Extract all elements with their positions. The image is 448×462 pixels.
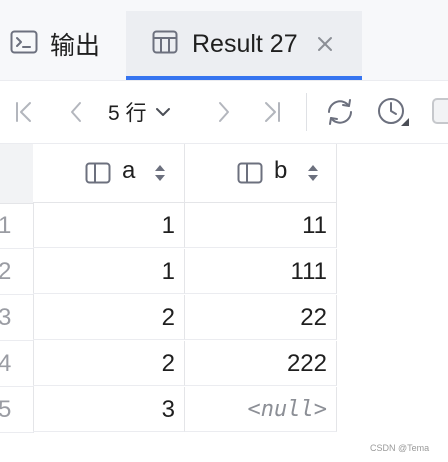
row-number: 5: [0, 387, 34, 433]
first-page-button[interactable]: [6, 81, 42, 143]
tab-output[interactable]: 输出: [0, 11, 126, 77]
next-page-button[interactable]: [206, 81, 242, 143]
row-number: 3: [0, 295, 34, 341]
first-page-icon: [16, 102, 31, 122]
table-cell[interactable]: 2: [33, 341, 185, 386]
table-cell[interactable]: 222: [185, 341, 337, 386]
table-cell[interactable]: 1: [33, 203, 185, 248]
table-row[interactable]: 5 3 <null>: [0, 387, 337, 433]
column-name: a: [122, 157, 136, 184]
last-page-button[interactable]: [254, 81, 290, 143]
table-cell[interactable]: 22: [185, 295, 337, 340]
sort-icon[interactable]: [307, 163, 319, 183]
row-number-header: [0, 144, 34, 204]
table-row[interactable]: 3 2 22: [0, 295, 337, 341]
table-row[interactable]: 4 2 222: [0, 341, 337, 387]
toolbar-separator: [306, 93, 307, 131]
refresh-icon: [328, 99, 352, 125]
chevron-down-icon: [155, 108, 170, 116]
table-cell[interactable]: 1: [33, 249, 185, 294]
row-count-label: 5 行: [108, 102, 147, 125]
console-icon: [10, 30, 38, 59]
table-cell[interactable]: 111: [185, 249, 337, 294]
refresh-button[interactable]: [320, 81, 360, 143]
row-number: 1: [0, 203, 34, 249]
result-toolbar: 5 行: [0, 81, 448, 144]
column-name: b: [274, 157, 288, 184]
column-header-b[interactable]: b: [185, 144, 337, 203]
table-cell[interactable]: 11: [185, 203, 337, 248]
column-icon: [85, 162, 111, 184]
table-row[interactable]: 1 1 11: [0, 203, 337, 249]
column-header-a[interactable]: a: [33, 144, 185, 203]
null-cell[interactable]: <null>: [185, 387, 337, 432]
row-number: 4: [0, 341, 34, 387]
active-tab-indicator: [126, 76, 362, 80]
column-icon: [237, 162, 263, 184]
close-icon[interactable]: [316, 35, 334, 53]
chevron-right-icon: [219, 102, 229, 122]
tab-result[interactable]: Result 27: [126, 11, 362, 80]
table-cell[interactable]: 3: [33, 387, 185, 432]
sort-icon[interactable]: [154, 163, 166, 183]
table-icon: [152, 30, 178, 59]
toolbar-overflow-button[interactable]: [432, 98, 448, 124]
tool-window-tabbar: 输出 Result 27: [0, 0, 448, 81]
history-button[interactable]: [372, 81, 414, 143]
chevron-left-icon: [71, 102, 81, 122]
table-row[interactable]: 2 1 111: [0, 249, 337, 295]
row-count-dropdown[interactable]: 5 行: [108, 81, 190, 143]
tab-output-label: 输出: [50, 31, 101, 60]
table-cell[interactable]: 2: [33, 295, 185, 340]
clock-icon: [378, 98, 409, 126]
previous-page-button[interactable]: [58, 81, 94, 143]
watermark: CSDN @Tema: [370, 443, 430, 453]
tab-result-label: Result 27: [192, 29, 298, 58]
row-number: 2: [0, 249, 34, 295]
last-page-icon: [265, 102, 280, 122]
